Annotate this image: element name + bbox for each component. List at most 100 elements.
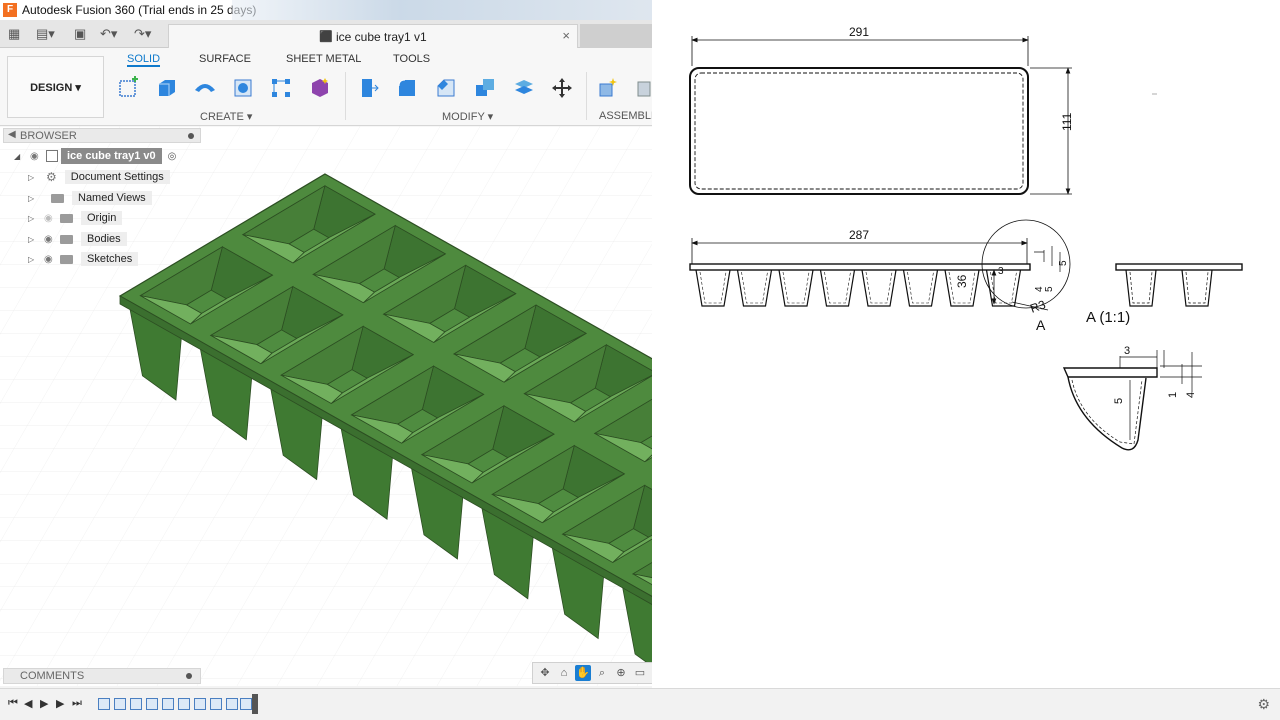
fillet-icon[interactable] [395, 76, 419, 100]
folder-icon [60, 254, 73, 264]
expand-triangle-icon[interactable]: ▷ [28, 214, 38, 223]
tab-tools[interactable]: TOOLS [393, 53, 430, 65]
expand-triangle-icon[interactable]: ▷ [28, 173, 38, 182]
zoom-window-icon[interactable]: ⊕ [613, 665, 629, 681]
drawing-canvas: 291 111 287 3 4 5 5 36 R3 A A (1:1) 3 5 … [689, 25, 1243, 451]
timeline-feature[interactable] [130, 698, 142, 710]
timeline-feature[interactable] [114, 698, 126, 710]
collapse-icon[interactable]: ◀ [8, 129, 16, 140]
pan-icon[interactable]: ✋ [575, 665, 591, 681]
expand-triangle-icon[interactable]: ▷ [28, 235, 38, 244]
timeline-marker[interactable] [252, 694, 258, 714]
side-view-cup [861, 269, 897, 307]
timeline-bar: ⏮ ◀ ▶ ▶ ⏭ ⚙ [0, 688, 1280, 720]
timeline-feature[interactable] [146, 698, 158, 710]
browser-item-sketches[interactable]: ▷ ◉ Sketches [28, 250, 139, 268]
assemble-group-label[interactable]: ASSEMBLE [599, 110, 652, 122]
joint-icon[interactable] [634, 76, 652, 100]
timeline-feature[interactable] [162, 698, 174, 710]
document-tab[interactable]: ⬛ ice cube tray1 v1 × [168, 24, 578, 48]
side-view-cup-hidden-line [741, 271, 768, 304]
eye-hidden-icon[interactable]: ◉ [44, 213, 60, 224]
small-dimension: 5 [1058, 260, 1069, 266]
create-sketch-icon[interactable] [117, 76, 141, 100]
revolve-icon[interactable] [193, 76, 217, 100]
technical-drawing: 291 111 287 3 4 5 5 36 R3 A A (1:1) 3 5 … [652, 0, 1280, 688]
play-icon[interactable]: ▶ [40, 697, 48, 710]
top-view: 291 111 [689, 25, 1157, 195]
timeline-feature[interactable] [98, 698, 110, 710]
orbit-icon[interactable]: ✥ [537, 665, 553, 681]
zoom-icon[interactable]: ⌕ [594, 665, 610, 681]
press-pull-icon[interactable] [356, 76, 380, 100]
step-back-icon[interactable]: ◀ [24, 697, 32, 710]
workspace-switcher-button[interactable]: DESIGN ▾ [7, 56, 104, 118]
grid-icon[interactable]: ▦ [8, 26, 20, 42]
browser-item-label: Bodies [81, 232, 127, 246]
expand-triangle-icon[interactable]: ▷ [28, 255, 38, 264]
redo-icon[interactable]: ↷▾ [134, 26, 151, 42]
side-view-cup-hidden-line [699, 271, 727, 304]
extrude-icon[interactable] [155, 76, 179, 100]
collapse-triangle-icon[interactable]: ◢ [14, 152, 24, 161]
side-rim [689, 263, 1031, 271]
save-icon[interactable]: ▣ [74, 26, 86, 42]
look-at-icon[interactable]: ⌂ [556, 665, 572, 681]
browser-root-item[interactable]: ◢ ◉ ice cube tray1 v0 ◎ [14, 147, 176, 165]
undo-icon[interactable]: ↶▾ [100, 26, 117, 42]
combine-icon[interactable] [473, 76, 497, 100]
eye-icon[interactable]: ◉ [44, 254, 60, 265]
new-tab-area[interactable] [580, 24, 652, 48]
timeline-feature[interactable] [226, 698, 238, 710]
activate-radio-icon[interactable]: ◎ [168, 151, 177, 162]
width-dimension: 291 [849, 25, 869, 39]
browser-panel-header[interactable]: ◀ BROWSER [3, 128, 201, 143]
hole-icon[interactable] [231, 76, 255, 100]
pattern-icon[interactable] [269, 76, 293, 100]
detail-depth-dimension: 5 [1113, 398, 1125, 404]
browser-item-named-views[interactable]: ▷ Named Views [28, 189, 152, 207]
eye-icon[interactable]: ◉ [30, 151, 46, 162]
chamfer-icon[interactable] [434, 76, 458, 100]
toolbar-ribbon: DESIGN ▾ SOLID SURFACE SHEET METAL TOOLS [0, 48, 652, 126]
create-group-label[interactable]: CREATE ▾ [200, 110, 252, 123]
settings-icon[interactable]: ⚙ [1257, 696, 1270, 713]
browser-item-document-settings[interactable]: ▷ ⚙ Document Settings [28, 168, 170, 186]
tab-solid[interactable]: SOLID [127, 53, 161, 67]
timeline-feature[interactable] [240, 698, 252, 710]
timeline-feature[interactable] [194, 698, 206, 710]
side-view-cup-hidden-line [907, 271, 934, 304]
tab-sheet-metal[interactable]: SHEET METAL [286, 53, 361, 65]
move-copy-icon[interactable] [550, 76, 574, 100]
comments-title: COMMENTS [20, 670, 85, 682]
side-view-cup-hidden-line [865, 271, 893, 304]
small-dimension: 3 [998, 266, 1004, 277]
new-component-icon[interactable] [596, 76, 620, 100]
timeline-feature[interactable] [210, 698, 222, 710]
window-title: Autodesk Fusion 360 (Trial ends in 25 da… [22, 3, 257, 17]
height-dimension: 111 [1060, 112, 1074, 131]
display-settings-icon[interactable]: ▭ [632, 665, 648, 681]
expand-triangle-icon[interactable]: ▷ [28, 194, 38, 203]
file-icon[interactable]: ▤▾ [36, 26, 55, 42]
pin-icon[interactable] [188, 133, 194, 139]
browser-item-origin[interactable]: ▷ ◉ Origin [28, 209, 123, 227]
title-bar: F Autodesk Fusion 360 (Trial ends in 25 … [0, 0, 652, 20]
timeline-feature[interactable] [178, 698, 190, 710]
eye-icon[interactable]: ◉ [44, 234, 60, 245]
side-view-cup-hidden-line [782, 271, 810, 304]
go-to-start-icon[interactable]: ⏮ [8, 697, 18, 710]
go-to-end-icon[interactable]: ⏭ [72, 697, 82, 710]
modify-group-label[interactable]: MODIFY ▾ [442, 110, 493, 123]
tab-surface[interactable]: SURFACE [199, 53, 251, 65]
step-forward-icon[interactable]: ▶ [56, 697, 64, 710]
fusion-window: F Autodesk Fusion 360 (Trial ends in 25 … [0, 0, 652, 720]
form-icon[interactable] [308, 76, 332, 100]
browser-item-bodies[interactable]: ▷ ◉ Bodies [28, 230, 127, 248]
end-rim [1115, 263, 1243, 271]
root-component-label: ice cube tray1 v0 [61, 148, 162, 164]
comments-panel-header[interactable]: COMMENTS [3, 668, 201, 684]
close-tab-icon[interactable]: × [562, 28, 570, 43]
split-body-icon[interactable] [512, 76, 536, 100]
pin-icon[interactable] [186, 673, 192, 679]
